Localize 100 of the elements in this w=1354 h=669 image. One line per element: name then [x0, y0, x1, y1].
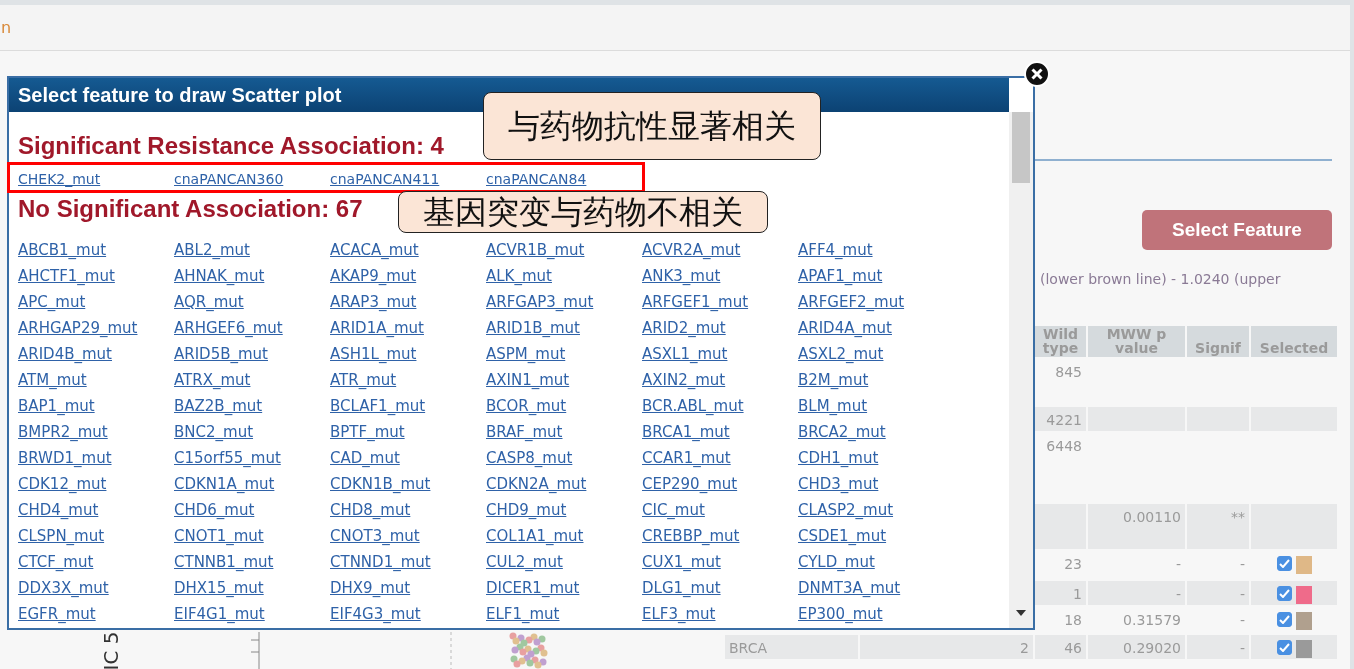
feature-link[interactable]: AKAP9_mut	[330, 263, 417, 289]
feature-link[interactable]: ARID4B_mut	[18, 341, 112, 367]
scroll-down-icon[interactable]	[1016, 610, 1026, 616]
feature-link[interactable]: ARFGEF2_mut	[798, 289, 905, 315]
feature-link[interactable]: ASXL2_mut	[798, 341, 884, 367]
feature-link[interactable]: CSDE1_mut	[798, 523, 887, 549]
feature-link[interactable]: EP300_mut	[798, 601, 883, 627]
feature-link[interactable]: ARID5B_mut	[174, 341, 268, 367]
feature-link[interactable]: CIC_mut	[642, 497, 705, 523]
feature-link[interactable]: BRAF_mut	[486, 419, 563, 445]
feature-link[interactable]: B2M_mut	[798, 367, 869, 393]
feature-link[interactable]: CLSPN_mut	[18, 523, 105, 549]
feature-link[interactable]: BRCA1_mut	[642, 419, 730, 445]
feature-link[interactable]: CTCF_mut	[18, 549, 94, 575]
feature-link[interactable]: APAF1_mut	[798, 263, 883, 289]
feature-link[interactable]: cnaPANCAN360	[174, 171, 284, 188]
feature-link[interactable]: CUX1_mut	[642, 549, 721, 575]
feature-link[interactable]: DDX3X_mut	[18, 575, 109, 601]
feature-link[interactable]: COL1A1_mut	[486, 523, 584, 549]
feature-link[interactable]: ELF3_mut	[642, 601, 716, 627]
feature-link[interactable]: CYLD_mut	[798, 549, 875, 575]
feature-link[interactable]: CNOT1_mut	[174, 523, 264, 549]
feature-link[interactable]: CCAR1_mut	[642, 445, 731, 471]
feature-link[interactable]: ARFGAP3_mut	[486, 289, 594, 315]
feature-link[interactable]: BMPR2_mut	[18, 419, 108, 445]
feature-link[interactable]: BRCA2_mut	[798, 419, 886, 445]
feature-link[interactable]: EIF4G3_mut	[330, 601, 421, 627]
feature-link[interactable]: CDKN1A_mut	[174, 471, 275, 497]
feature-link[interactable]: ARID1A_mut	[330, 315, 424, 341]
feature-link[interactable]: ASXL1_mut	[642, 341, 728, 367]
scrollbar-thumb[interactable]	[1012, 112, 1030, 183]
feature-link[interactable]: CAD_mut	[330, 445, 400, 471]
feature-link[interactable]: ARAP3_mut	[330, 289, 417, 315]
feature-link[interactable]: CDKN2A_mut	[486, 471, 587, 497]
feature-link[interactable]: CDK12_mut	[18, 471, 107, 497]
feature-link[interactable]: ARID1B_mut	[486, 315, 580, 341]
checkbox[interactable]	[1276, 556, 1292, 571]
feature-link[interactable]: BLM_mut	[798, 393, 868, 419]
scrollbar-track[interactable]	[1009, 112, 1033, 628]
feature-link[interactable]: ACACA_mut	[330, 237, 419, 263]
checkbox[interactable]	[1276, 586, 1292, 601]
feature-link[interactable]: ALK_mut	[486, 263, 552, 289]
feature-link[interactable]: CEP290_mut	[642, 471, 738, 497]
feature-link[interactable]: CDH1_mut	[798, 445, 879, 471]
feature-link[interactable]: DHX9_mut	[330, 575, 411, 601]
feature-link[interactable]: ARID2_mut	[642, 315, 726, 341]
feature-link[interactable]: ARHGEF6_mut	[174, 315, 283, 341]
feature-link[interactable]: EIF4G1_mut	[174, 601, 265, 627]
feature-link[interactable]: BPTF_mut	[330, 419, 405, 445]
feature-link[interactable]: ATRX_mut	[174, 367, 251, 393]
feature-link[interactable]: cnaPANCAN411	[330, 171, 440, 188]
feature-link[interactable]: EGFR_mut	[18, 601, 96, 627]
feature-link[interactable]: ACVR1B_mut	[486, 237, 585, 263]
checkbox[interactable]	[1276, 612, 1292, 627]
feature-link[interactable]: ATR_mut	[330, 367, 397, 393]
feature-link[interactable]: ANK3_mut	[642, 263, 721, 289]
feature-link[interactable]: CHD9_mut	[486, 497, 567, 523]
feature-link[interactable]: ELF1_mut	[486, 601, 560, 627]
feature-link[interactable]: BRWD1_mut	[18, 445, 112, 471]
feature-link[interactable]: AHCTF1_mut	[18, 263, 115, 289]
feature-link[interactable]: CHD3_mut	[798, 471, 879, 497]
feature-link[interactable]: C15orf55_mut	[174, 445, 281, 471]
select-feature-button[interactable]: Select Feature	[1142, 210, 1332, 250]
feature-link[interactable]: ARHGAP29_mut	[18, 315, 138, 341]
feature-link[interactable]: BAP1_mut	[18, 393, 95, 419]
feature-link[interactable]: CASP8_mut	[486, 445, 573, 471]
feature-link[interactable]: BNC2_mut	[174, 419, 254, 445]
feature-link[interactable]: BCR.ABL_mut	[642, 393, 744, 419]
feature-link[interactable]: cnaPANCAN84	[486, 171, 587, 188]
feature-link[interactable]: ABCB1_mut	[18, 237, 107, 263]
feature-link[interactable]: CREBBP_mut	[642, 523, 740, 549]
feature-link[interactable]: DICER1_mut	[486, 575, 580, 601]
feature-link[interactable]: DHX15_mut	[174, 575, 264, 601]
feature-link[interactable]: AXIN1_mut	[486, 367, 570, 393]
feature-link[interactable]: DNMT3A_mut	[798, 575, 901, 601]
feature-link[interactable]: APC_mut	[18, 289, 86, 315]
feature-link[interactable]: CTNNB1_mut	[174, 549, 274, 575]
checkbox[interactable]	[1276, 640, 1292, 655]
feature-link[interactable]: BCOR_mut	[486, 393, 567, 419]
feature-link[interactable]: BCLAF1_mut	[330, 393, 426, 419]
feature-link[interactable]: ASH1L_mut	[330, 341, 417, 367]
feature-link[interactable]: ABL2_mut	[174, 237, 250, 263]
feature-link[interactable]: CHD8_mut	[330, 497, 411, 523]
feature-link[interactable]: AHNAK_mut	[174, 263, 265, 289]
feature-link[interactable]: CDKN1B_mut	[330, 471, 431, 497]
feature-link[interactable]: ARID4A_mut	[798, 315, 892, 341]
feature-link[interactable]: CUL2_mut	[486, 549, 563, 575]
feature-link[interactable]: CTNND1_mut	[330, 549, 431, 575]
feature-link[interactable]: CHD4_mut	[18, 497, 99, 523]
feature-link[interactable]: ARFGEF1_mut	[642, 289, 749, 315]
feature-link[interactable]: CLASP2_mut	[798, 497, 894, 523]
feature-link[interactable]: CNOT3_mut	[330, 523, 420, 549]
feature-link[interactable]: ATM_mut	[18, 367, 87, 393]
feature-link[interactable]: AQR_mut	[174, 289, 244, 315]
feature-link[interactable]: ACVR2A_mut	[642, 237, 741, 263]
feature-link[interactable]: AFF4_mut	[798, 237, 873, 263]
feature-link[interactable]: CHD6_mut	[174, 497, 255, 523]
feature-link[interactable]: BAZ2B_mut	[174, 393, 263, 419]
feature-link[interactable]: AXIN2_mut	[642, 367, 726, 393]
feature-link[interactable]: CHEK2_mut	[18, 171, 101, 188]
